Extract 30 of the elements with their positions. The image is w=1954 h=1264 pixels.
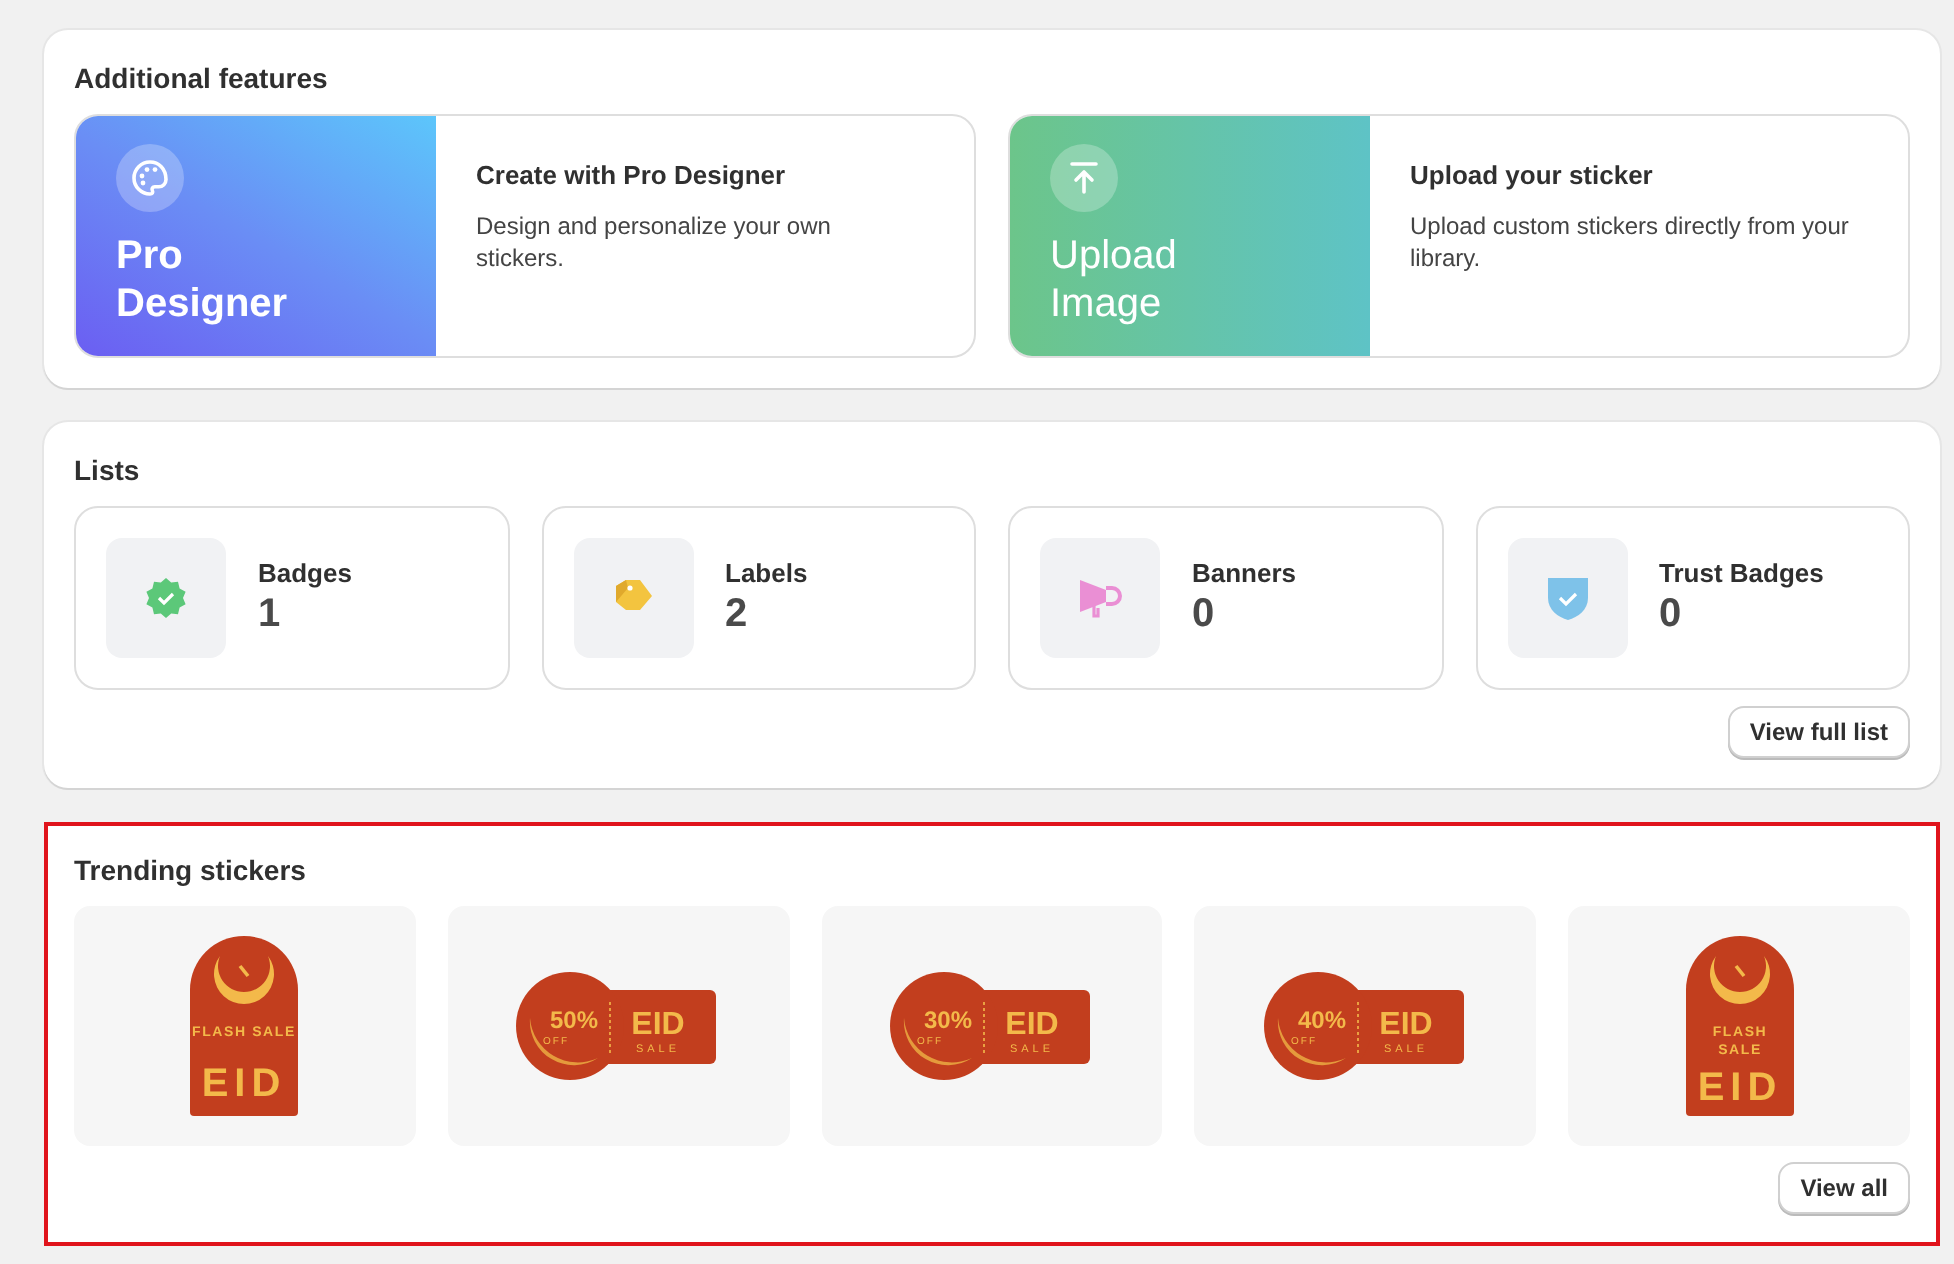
list-name: Banners <box>1192 558 1297 588</box>
feature-title: Create with Pro Designer <box>476 160 788 190</box>
megaphone-icon <box>1076 576 1124 620</box>
section-title: Trending stickers <box>74 854 308 886</box>
feature-card[interactable]: Pro Designer Create with Pro Designer Design and personalize your own stickers. <box>74 114 976 358</box>
list-name: Trust Badges <box>1659 558 1824 588</box>
check-badge-icon <box>144 576 188 620</box>
feature-title: Upload your sticker <box>1410 160 1655 190</box>
hero-title: Upload Image <box>1050 232 1179 328</box>
shield-check-icon <box>1545 574 1589 622</box>
upload-icon <box>1064 158 1104 198</box>
palette-icon <box>130 158 170 198</box>
list-card[interactable]: Banners 0 <box>1008 506 1443 690</box>
list-name: Labels <box>725 558 808 588</box>
feature-description: Upload custom stickers directly from your library. <box>1410 210 1850 274</box>
list-count: 2 <box>725 592 750 638</box>
feature-card[interactable]: Upload Image Upload your sticker Upload custom stickers directly from your library. <box>1008 114 1910 358</box>
section-title: Additional features <box>74 62 330 94</box>
list-name: Badges <box>258 558 352 588</box>
section-title: Lists <box>74 454 142 486</box>
view-all-button[interactable]: View all <box>1778 1162 1910 1214</box>
list-count: 0 <box>1192 592 1217 638</box>
feature-description: Design and personalize your own stickers. <box>476 210 833 274</box>
list-count: 1 <box>258 592 283 638</box>
list-card[interactable]: Trust Badges 0 <box>1475 506 1910 690</box>
list-count: 0 <box>1659 592 1684 638</box>
list-card[interactable]: Badges 1 <box>74 506 509 690</box>
view-full-list-button[interactable]: View full list <box>1727 706 1910 758</box>
list-card[interactable]: Labels 2 <box>541 506 976 690</box>
hero-title: Pro Designer <box>116 232 290 328</box>
